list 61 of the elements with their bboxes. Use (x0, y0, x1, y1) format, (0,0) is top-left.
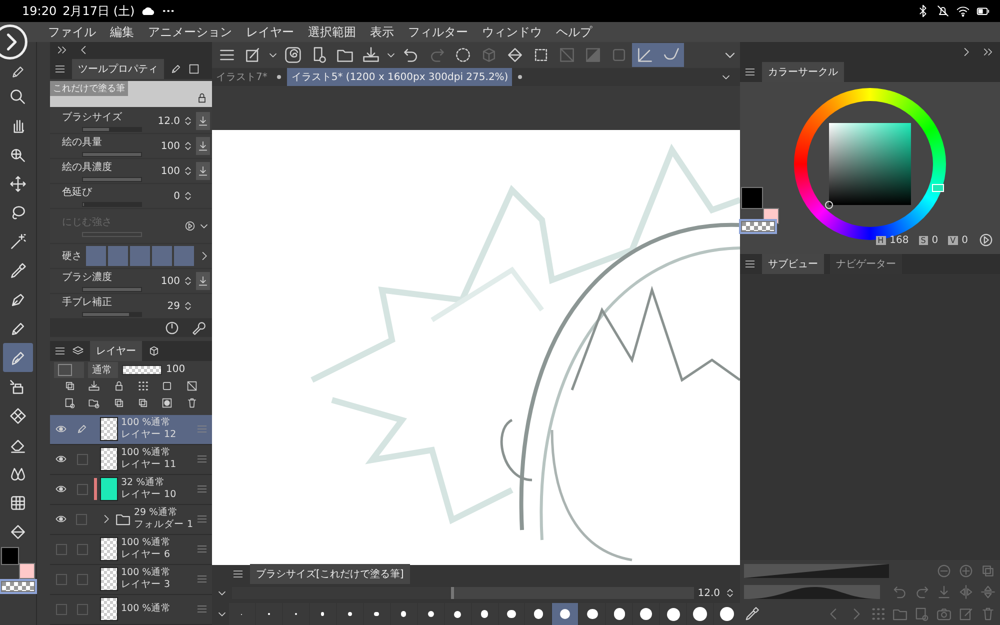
layer-mode: 100 %通常 (121, 417, 172, 430)
menu-item[interactable]: ウィンドウ (482, 24, 542, 40)
menu-item[interactable]: 表示 (370, 24, 394, 40)
menu-item[interactable]: フィルター (408, 24, 468, 40)
menu-item[interactable]: アニメーション (148, 24, 232, 40)
layer-tab[interactable]: レイヤー (90, 341, 142, 362)
param-label: 絵の具濃度 (62, 160, 113, 174)
param-value[interactable]: 12.0 (158, 116, 180, 127)
layer-mode: 32 %通常 (121, 477, 166, 490)
hsv-value: 0 (962, 234, 968, 246)
hsv-value: 0 (932, 234, 938, 246)
menu-item[interactable]: レイヤー (246, 24, 294, 40)
opacity-value[interactable]: 100 (166, 364, 186, 376)
menu-item[interactable]: ファイル (48, 24, 96, 40)
layer-name: フォルダー 1 (134, 519, 194, 532)
panel-tab[interactable]: ナビゲーター (830, 254, 902, 274)
param-value[interactable]: 100 (160, 166, 180, 177)
document-tab[interactable]: イラスト5* (1200 x 1600px 300dpi 275.2%) (287, 68, 512, 86)
menu-item[interactable]: 選択範囲 (308, 24, 356, 40)
param-value[interactable]: 100 (160, 276, 180, 287)
layer-mode: 100 %通常 (121, 567, 172, 580)
param-value[interactable]: 0 (174, 190, 180, 202)
layer-name: レイヤー 10 (121, 489, 178, 502)
tool-property-tab[interactable]: ツールプロパティ (72, 58, 164, 79)
date-text: 2月17日 (土) (62, 2, 135, 20)
layer-mode: 100 %通常 (121, 537, 172, 550)
brush-name: これだけで塗る筆 (50, 80, 128, 96)
param-label: 手ブレ補正 (62, 296, 113, 310)
layer-name: レイヤー 12 (121, 429, 178, 442)
param-value[interactable]: 100 (160, 140, 180, 152)
param-value[interactable]: 29 (167, 300, 180, 312)
menu-item[interactable]: ヘルプ (556, 24, 592, 40)
panel-tab[interactable]: サブビュー (762, 254, 824, 274)
blend-mode-dropdown[interactable]: 通常 (88, 362, 118, 378)
hsv-key: V (948, 236, 958, 244)
color-circle-tab[interactable]: カラーサークル (762, 62, 844, 82)
clock-time: 19:20 (22, 4, 57, 18)
layer-name: レイヤー 11 (121, 459, 178, 472)
param-label: 色延び (62, 186, 94, 200)
hsv-key: S (918, 236, 928, 244)
hsv-value: 168 (890, 234, 909, 246)
layer-row[interactable]: 100 %通常 レイヤー 6 (50, 534, 212, 565)
layer-row[interactable]: 100 %通常 レイヤー 3 (50, 564, 212, 595)
layer-name: レイヤー 3 (121, 579, 172, 592)
layer-row[interactable]: 29 %通常 フォルダー 1 (50, 504, 212, 535)
layer-mode: 100 %通常 (121, 603, 172, 616)
layer-row[interactable]: 100 %通常 レイヤー 12 (50, 414, 212, 445)
param-label: ブラシ濃度 (62, 270, 113, 284)
param-label: 硬さ (62, 250, 82, 264)
menu-item[interactable]: 編集 (110, 24, 134, 40)
layer-name: レイヤー 6 (121, 549, 172, 562)
layer-row[interactable]: 100 %通常 (50, 594, 212, 625)
layer-mode: 100 %通常 (121, 447, 172, 460)
brush-size-value[interactable]: 12.0 (698, 588, 720, 598)
brush-size-tab[interactable]: ブラシサイズ[これだけで塗る筆] (250, 564, 410, 584)
layer-row[interactable]: 100 %通常 レイヤー 11 (50, 444, 212, 475)
param-label: 絵の具量 (62, 136, 103, 150)
layer-row[interactable]: 32 %通常 レイヤー 10 (50, 474, 212, 505)
document-tab[interactable]: イラスト7* (212, 68, 272, 86)
layer-mode: 29 %通常 (134, 507, 180, 519)
param-label: ブラシサイズ (62, 110, 123, 124)
